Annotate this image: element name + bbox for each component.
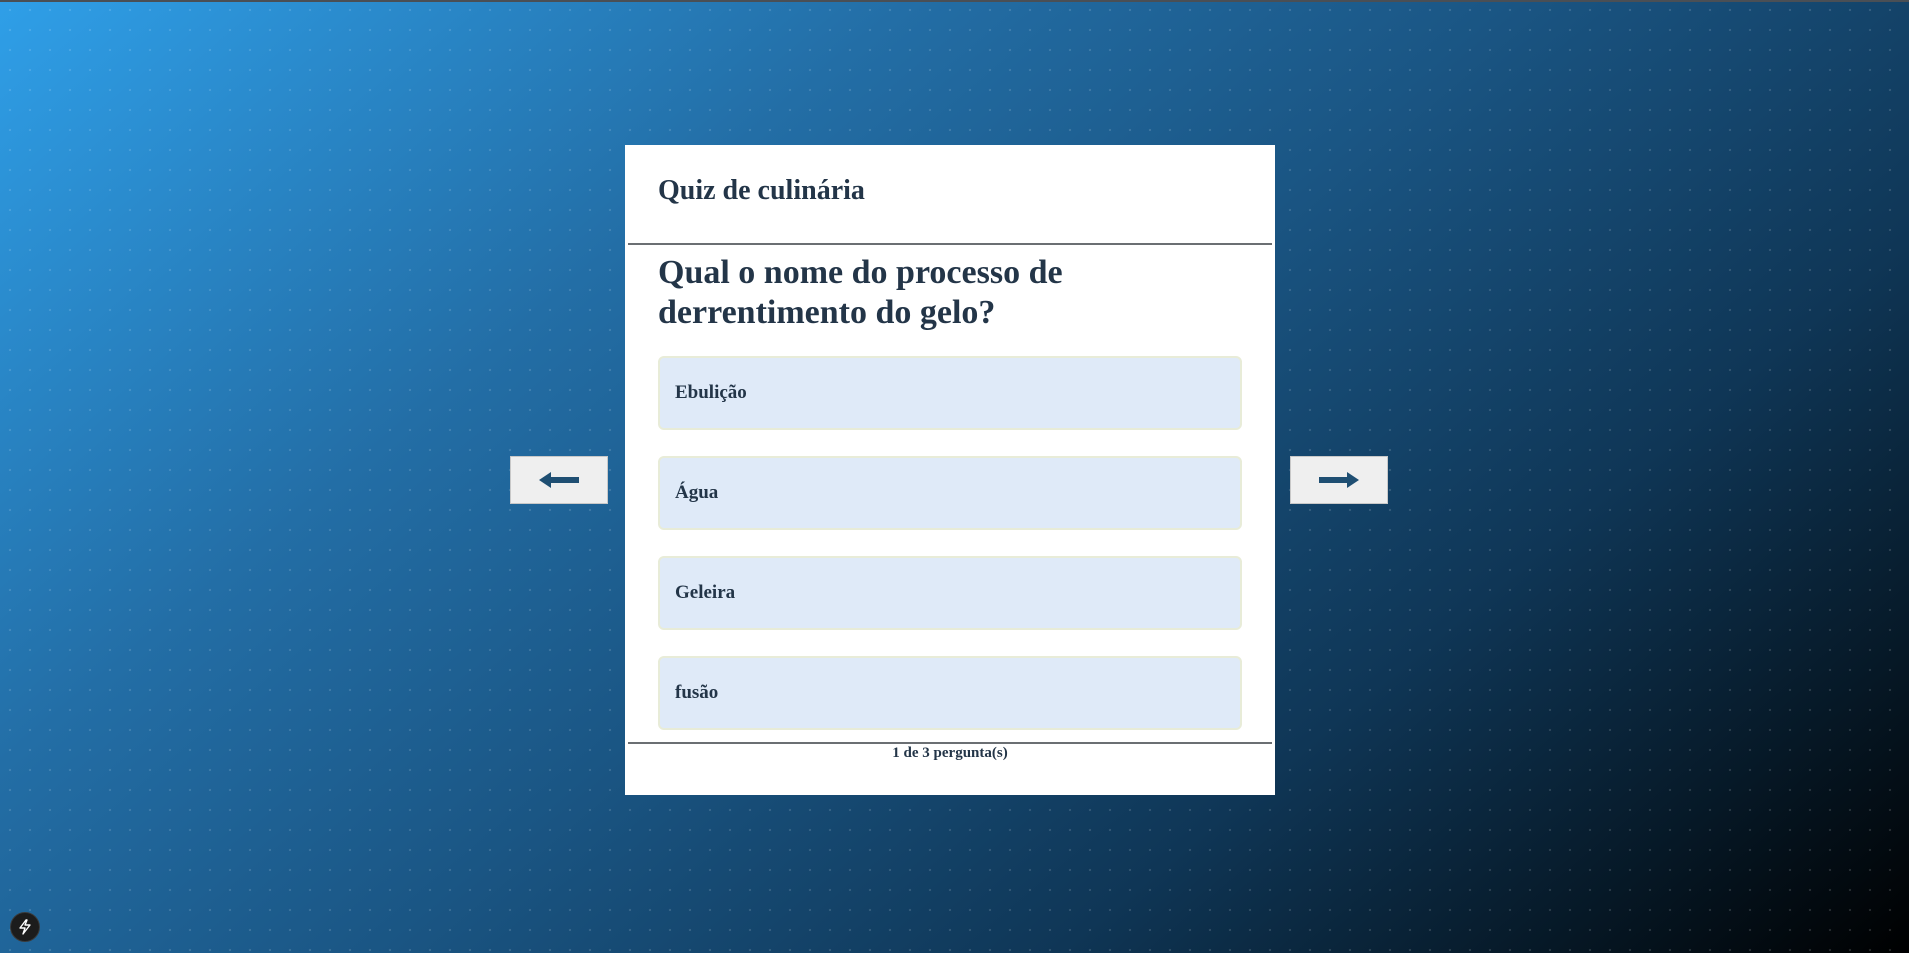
answer-option-3[interactable]: Geleira	[658, 556, 1242, 630]
next-question-button[interactable]	[1290, 456, 1388, 504]
quiz-title: Quiz de culinária	[658, 175, 865, 206]
arrow-left-icon	[539, 472, 579, 488]
question-progress: 1 de 3 pergunta(s)	[892, 745, 1008, 761]
answer-option-2[interactable]: Água	[658, 456, 1242, 530]
previous-question-button[interactable]	[510, 456, 608, 504]
answer-option-label: Água	[675, 482, 719, 503]
footer-divider	[628, 742, 1272, 744]
window-top-edge	[0, 0, 1909, 2]
answer-option-label: Geleira	[675, 582, 736, 603]
arrow-right-icon	[1319, 472, 1359, 488]
answer-option-4[interactable]: fusão	[658, 656, 1242, 730]
dev-tools-badge[interactable]	[10, 912, 40, 942]
answer-option-label: Ebulição	[675, 382, 747, 403]
question-text: Qual o nome do processo de derrentimento…	[658, 254, 1063, 331]
answer-option-label: fusão	[675, 682, 719, 703]
header-divider	[628, 243, 1272, 245]
quiz-card: Quiz de culinária Qual o nome do process…	[625, 145, 1275, 795]
lightning-bolt-icon	[19, 919, 31, 935]
answer-option-1[interactable]: Ebulição	[658, 356, 1242, 430]
